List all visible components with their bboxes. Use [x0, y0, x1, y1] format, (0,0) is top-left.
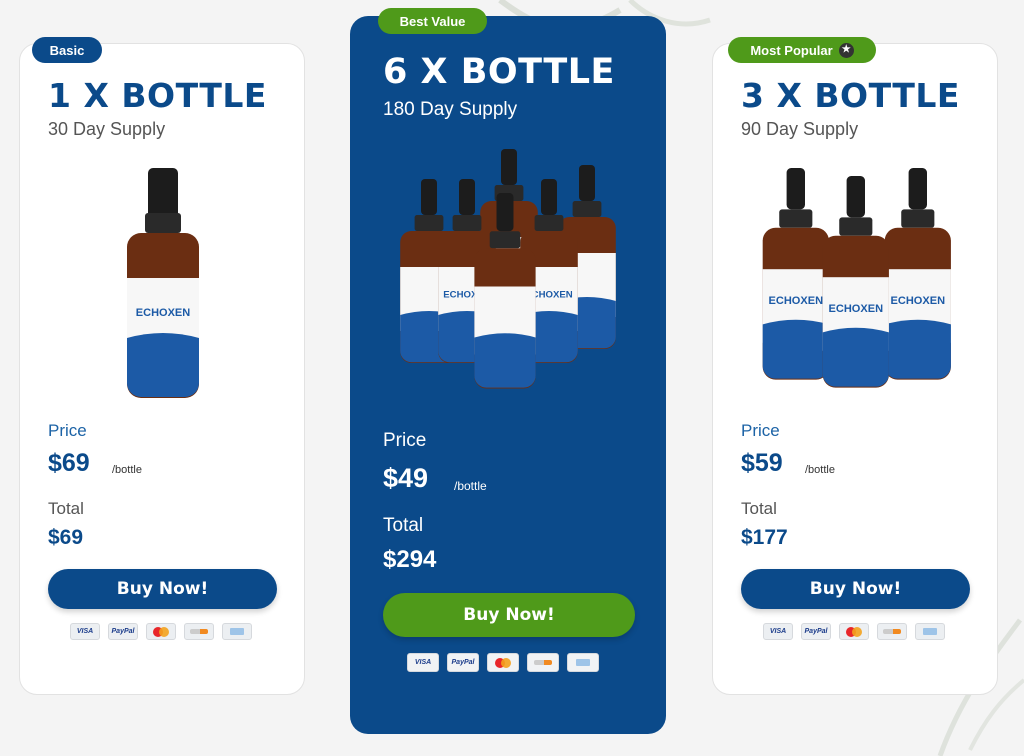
per-bottle-label: /bottle: [454, 479, 487, 493]
price-label: Price: [741, 421, 780, 440]
bottle-icon: ECHOXEN: [762, 168, 829, 380]
product-image-3-bottles: ECHOXEN ECHOXEN ECHOXEN: [762, 168, 951, 388]
visa-icon: VISA: [70, 623, 100, 640]
per-bottle-label: /bottle: [805, 464, 835, 476]
paypal-icon: PayPal: [801, 623, 831, 640]
discover-icon: [527, 653, 559, 672]
amex-icon: [567, 653, 599, 672]
buy-now-button[interactable]: Buy Now!: [741, 569, 970, 609]
total-value: $69: [48, 526, 84, 549]
price-label: Price: [383, 430, 427, 451]
product-image-1-bottle: ECHOXEN: [127, 168, 199, 398]
price-value: $59: [741, 449, 783, 477]
buy-now-button[interactable]: Buy Now!: [383, 593, 635, 637]
amex-icon: [222, 623, 252, 640]
payment-methods: VISA PayPal: [763, 623, 945, 640]
price-value: $49: [383, 463, 429, 493]
total-label: Total: [383, 515, 424, 536]
total-value: $177: [741, 526, 788, 549]
buy-now-button[interactable]: Buy Now!: [48, 569, 277, 609]
plan-badge: Best Value: [378, 8, 487, 34]
badge-label: Most Popular: [750, 42, 833, 58]
bottle-icon: ECHOXEN: [884, 168, 951, 380]
mastercard-icon: [487, 653, 519, 672]
paypal-icon: PayPal: [447, 653, 479, 672]
plan-card-best-value: Best Value 6 X BOTTLE 180 Day Supply ECH…: [350, 8, 666, 734]
per-bottle-label: /bottle: [112, 464, 142, 476]
payment-methods: VISA PayPal: [407, 653, 599, 672]
svg-text:ECHOXEN: ECHOXEN: [891, 295, 946, 307]
plan-supply: 90 Day Supply: [741, 119, 859, 139]
star-icon: ★: [838, 42, 854, 58]
svg-text:ECHOXEN: ECHOXEN: [769, 295, 824, 307]
plan-card-most-popular: Most Popular ★ 3 X BOTTLE 90 Day Supply …: [712, 37, 998, 695]
mastercard-icon: [839, 623, 869, 640]
product-image-6-bottles: ECHOXEN ECHOXEN: [400, 149, 616, 389]
price-value: $69: [48, 449, 90, 477]
total-value: $294: [383, 546, 437, 573]
plan-title: 3 X BOTTLE: [741, 76, 960, 115]
plan-supply: 30 Day Supply: [48, 119, 166, 139]
total-label: Total: [741, 499, 777, 518]
bottle-icon: ECHOXEN: [822, 176, 889, 388]
plan-title: 6 X BOTTLE: [383, 52, 615, 92]
mastercard-icon: [146, 623, 176, 640]
plan-badge: Most Popular ★: [728, 37, 876, 63]
payment-methods: VISA PayPal: [70, 623, 252, 640]
bottle-icon: ECHOXEN: [127, 168, 199, 398]
price-label: Price: [48, 421, 87, 440]
plan-supply: 180 Day Supply: [383, 99, 518, 120]
plan-title: 1 X BOTTLE: [48, 76, 267, 115]
svg-text:ECHOXEN: ECHOXEN: [829, 303, 884, 315]
amex-icon: [915, 623, 945, 640]
visa-icon: VISA: [763, 623, 793, 640]
discover-icon: [877, 623, 907, 640]
visa-icon: VISA: [407, 653, 439, 672]
plan-badge: Basic: [32, 37, 102, 63]
plan-card-basic: Basic 1 X BOTTLE 30 Day Supply ECHOXEN P…: [19, 37, 305, 695]
svg-text:ECHOXEN: ECHOXEN: [136, 307, 190, 319]
discover-icon: [184, 623, 214, 640]
paypal-icon: PayPal: [108, 623, 138, 640]
total-label: Total: [48, 499, 84, 518]
